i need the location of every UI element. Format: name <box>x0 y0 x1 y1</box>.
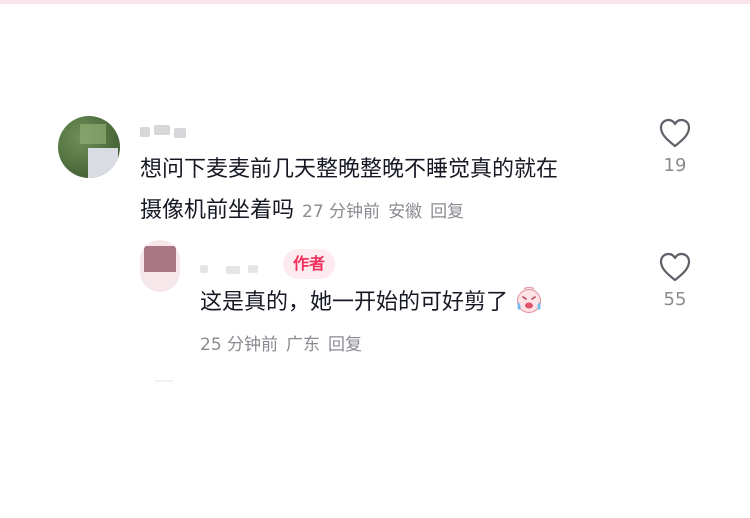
comment-text-end: 摄像机前坐着吗 <box>140 198 295 223</box>
reply-location: 广东 <box>286 335 321 355</box>
divider-hint <box>155 380 173 382</box>
reply-reply-button[interactable]: 回复 <box>328 335 362 355</box>
heart-outline-icon[interactable] <box>659 252 691 282</box>
reply-text-line: 这是真的，她一开始的可好剪了 <box>200 283 544 329</box>
author-username-redacted[interactable] <box>200 262 270 274</box>
reply-like-button[interactable]: 55 <box>650 252 700 310</box>
top-strip <box>0 0 750 4</box>
comment-text-line-1: 想问下麦麦前几天整晚整晚不睡觉真的就在 <box>140 157 559 182</box>
reply-button[interactable]: 回复 <box>430 202 464 222</box>
reply-time: 25 分钟前 <box>200 335 279 355</box>
heart-outline-icon[interactable] <box>659 118 691 148</box>
reply-text: 这是真的，她一开始的可好剪了 <box>200 290 509 315</box>
commenter-avatar[interactable] <box>58 116 120 178</box>
crying-laughing-face-icon <box>514 285 544 329</box>
like-count: 19 <box>663 155 687 176</box>
reply-like-count: 55 <box>663 289 687 310</box>
commenter-username-redacted[interactable] <box>140 124 196 138</box>
reply-meta: 25 分钟前 广东 回复 <box>200 327 370 363</box>
like-button[interactable]: 19 <box>650 118 700 176</box>
author-badge: 作者 <box>283 249 336 279</box>
comment-location: 安徽 <box>388 202 423 222</box>
comment-time: 27 分钟前 <box>302 202 381 222</box>
author-avatar[interactable] <box>140 240 180 292</box>
comment-meta: 27 分钟前 安徽 回复 <box>302 202 472 222</box>
comment-text-line-2: 摄像机前坐着吗 27 分钟前 安徽 回复 <box>140 191 472 232</box>
